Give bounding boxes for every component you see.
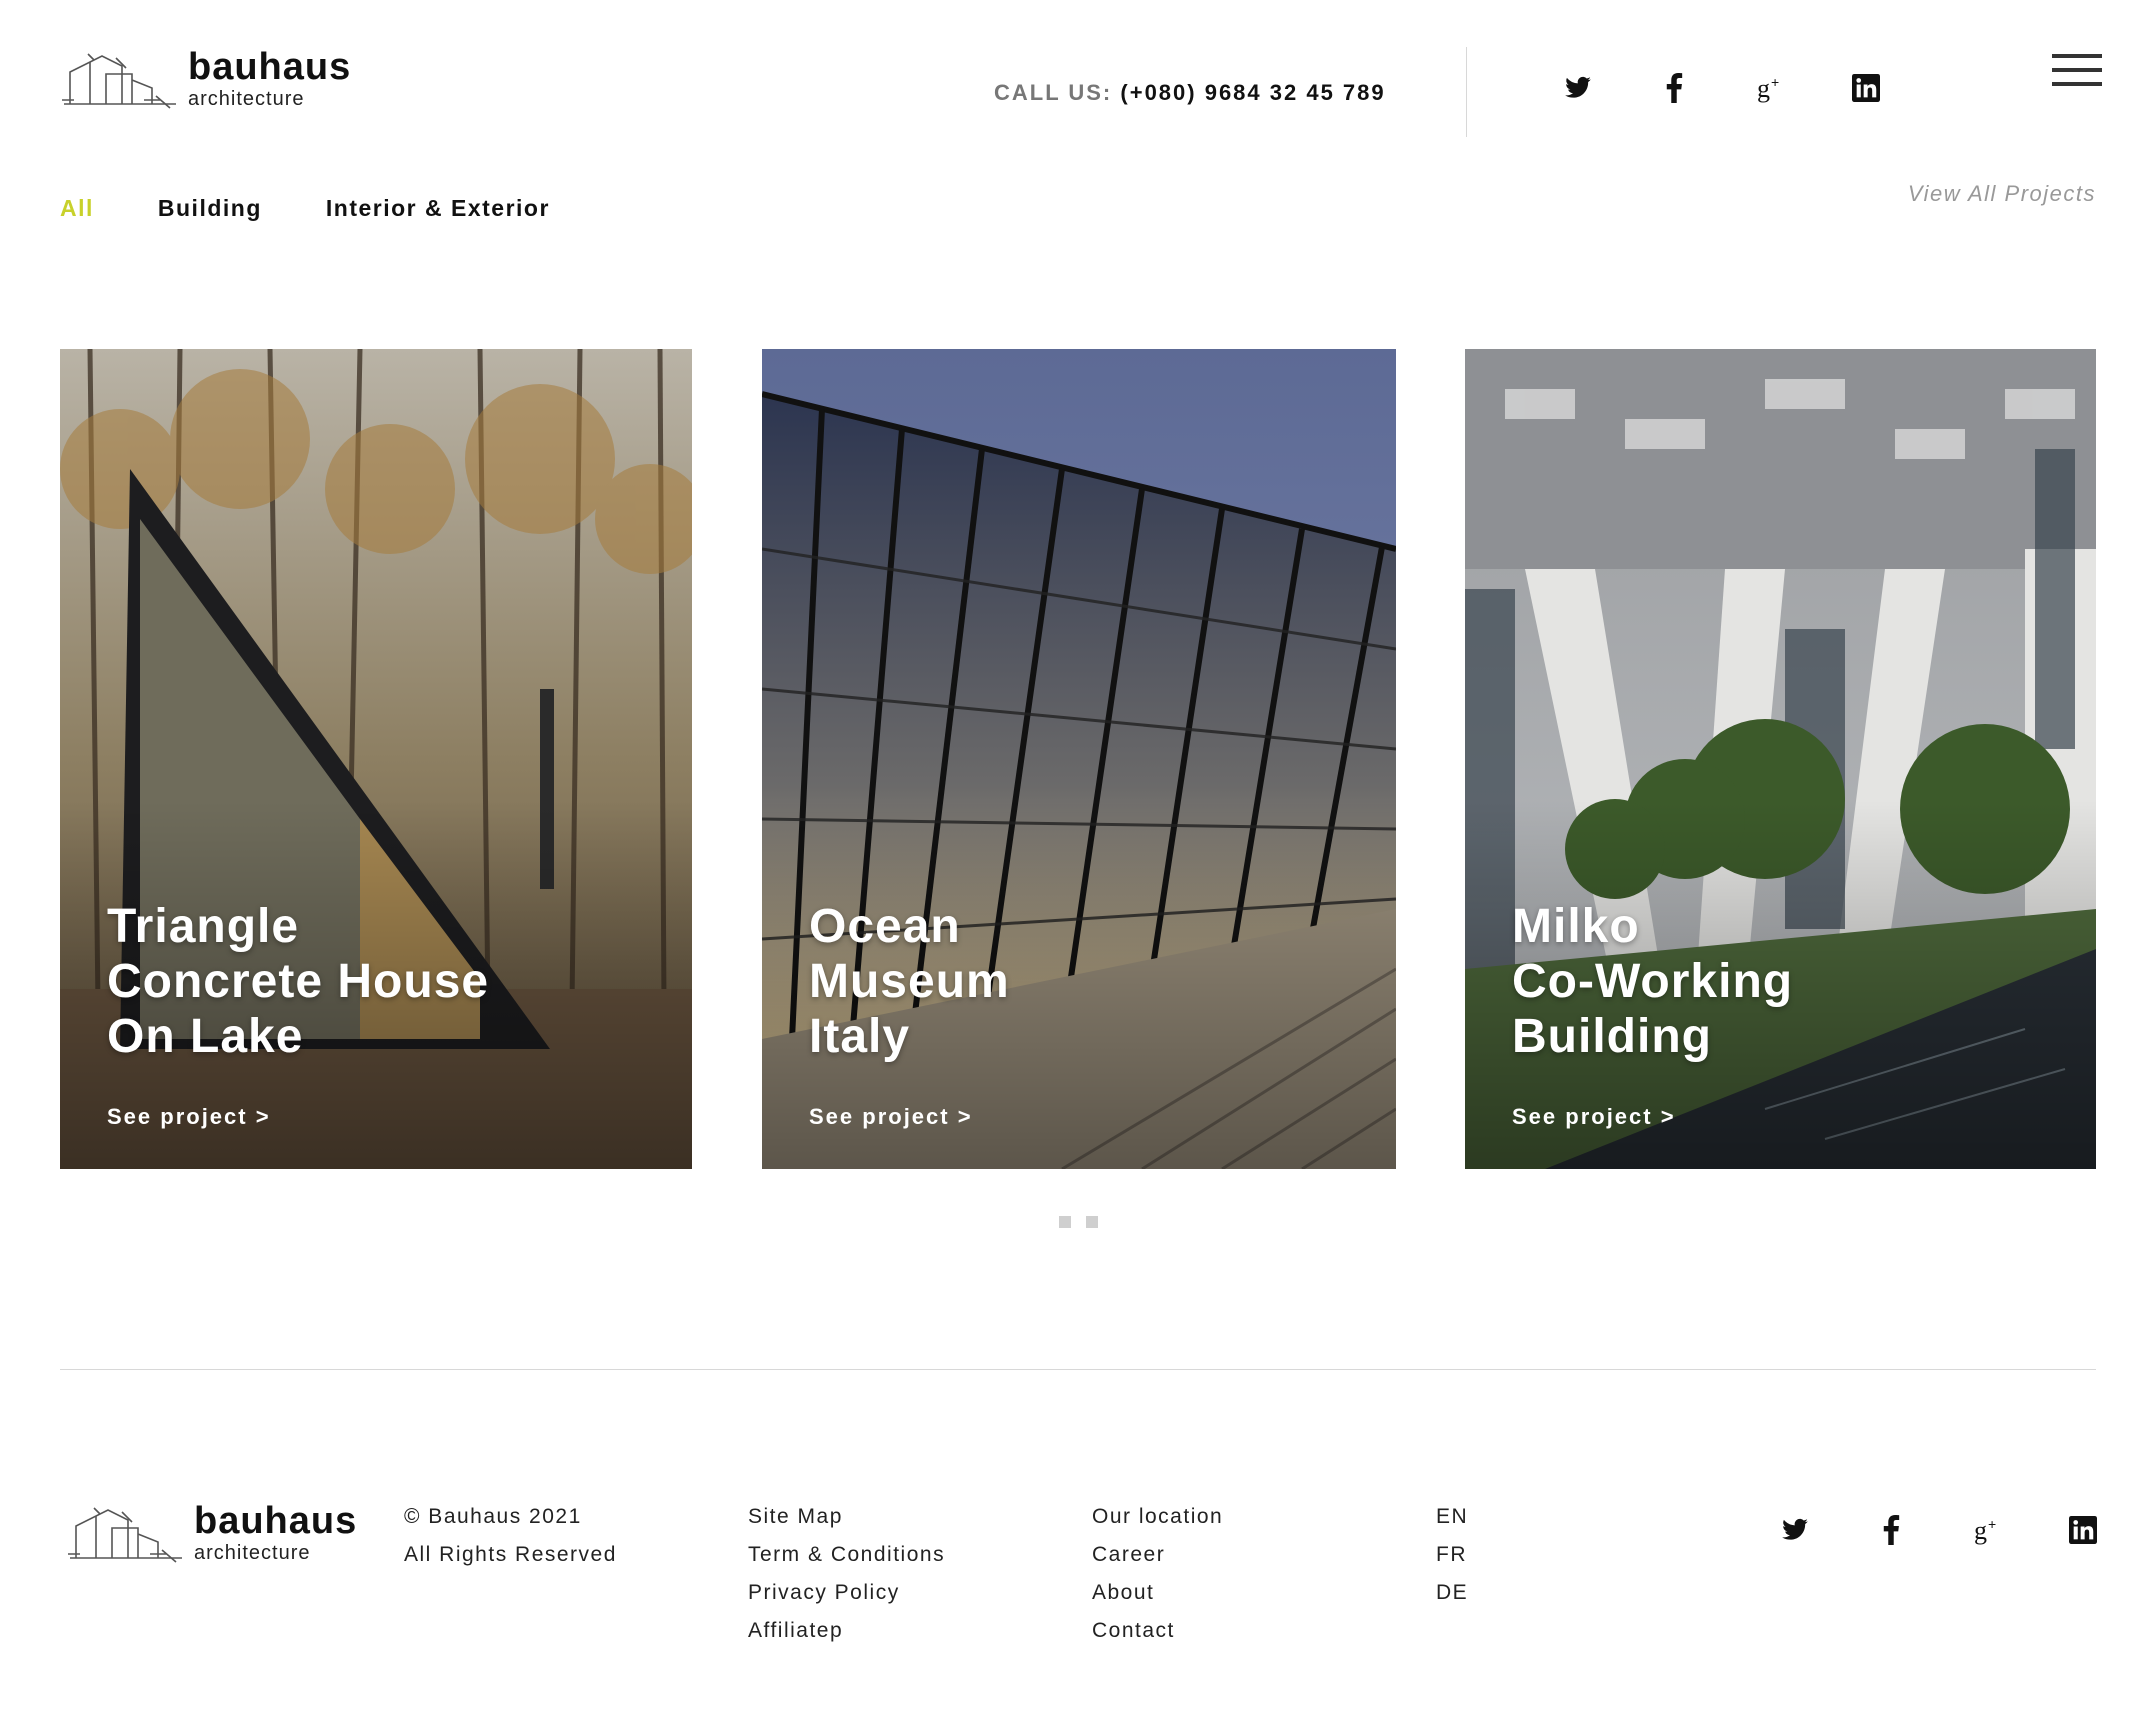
project-filter-tabs: All Building Interior & Exterior <box>60 195 550 222</box>
header-divider <box>1466 47 1467 137</box>
house-sketch-icon <box>62 53 176 109</box>
footer-link-privacy[interactable]: Privacy Policy <box>748 1581 900 1604</box>
project-title-line: Concrete House <box>107 955 490 1008</box>
phone-number-link[interactable]: (+080) 9684 32 45 789 <box>1120 80 1385 105</box>
footer-link-affiliate[interactable]: Affiliatep <box>748 1619 843 1642</box>
brand-name: bauhaus <box>194 1500 358 1542</box>
linkedin-icon[interactable] <box>2063 1510 2103 1550</box>
see-project-link[interactable]: See project > <box>107 1104 271 1130</box>
linkedin-icon[interactable] <box>1846 68 1886 108</box>
project-title-line: Triangle <box>107 900 300 953</box>
project-carousel: Triangle Concrete House On Lake See proj… <box>60 349 2096 1169</box>
project-title-line: Museum <box>809 955 1010 1008</box>
brand-logo[interactable]: bauhaus architecture <box>60 46 360 116</box>
footer-copyright: © Bauhaus 2021 All Rights Reserved <box>404 1504 617 1580</box>
filter-interior-exterior[interactable]: Interior & Exterior <box>326 195 550 222</box>
twitter-icon[interactable] <box>1558 68 1598 108</box>
svg-text:+: + <box>1988 1516 1996 1532</box>
project-title: Ocean Museum Italy <box>809 899 1329 1064</box>
project-title-line: Ocean <box>809 900 961 953</box>
project-title: Triangle Concrete House On Lake <box>107 899 627 1064</box>
footer-link-site-map[interactable]: Site Map <box>748 1505 843 1528</box>
site-header: bauhaus architecture CALL US: (+080) 968… <box>0 0 2156 140</box>
footer-link-contact[interactable]: Contact <box>1092 1619 1175 1642</box>
project-title-line: On Lake <box>107 1010 304 1063</box>
footer-link-career[interactable]: Career <box>1092 1543 1165 1566</box>
project-title-line: Milko <box>1512 900 1640 953</box>
carousel-pagination <box>1059 1216 1098 1228</box>
footer-link-about[interactable]: About <box>1092 1581 1154 1604</box>
footer-links-company: Our location Career About Contact <box>1092 1504 1223 1656</box>
footer-divider <box>60 1369 2096 1370</box>
twitter-icon[interactable] <box>1775 1510 1815 1550</box>
footer-link-location[interactable]: Our location <box>1092 1505 1223 1528</box>
hamburger-icon[interactable] <box>2052 54 2102 88</box>
filter-building[interactable]: Building <box>158 195 262 222</box>
svg-text:g: g <box>1757 74 1770 103</box>
copyright-text: © Bauhaus 2021 <box>404 1505 582 1528</box>
brand-tagline: architecture <box>194 1542 311 1564</box>
facebook-icon[interactable] <box>1871 1510 1911 1550</box>
project-title: Milko Co-Working Building <box>1512 899 2032 1064</box>
project-card[interactable]: Milko Co-Working Building See project > <box>1465 349 2096 1169</box>
svg-text:g: g <box>1974 1516 1987 1545</box>
project-title-line: Building <box>1512 1010 1712 1063</box>
pagination-dot[interactable] <box>1086 1216 1098 1228</box>
see-project-link[interactable]: See project > <box>1512 1104 1676 1130</box>
rights-text: All Rights Reserved <box>404 1543 617 1566</box>
footer-social-links: g + <box>1775 1510 2103 1550</box>
project-title-line: Co-Working <box>1512 955 1794 1008</box>
facebook-icon[interactable] <box>1654 68 1694 108</box>
brand-tagline: architecture <box>188 88 305 110</box>
call-us: CALL US: (+080) 9684 32 45 789 <box>994 80 1386 106</box>
language-fr[interactable]: FR <box>1436 1543 1467 1566</box>
call-label: CALL US: <box>994 80 1113 105</box>
project-card[interactable]: Triangle Concrete House On Lake See proj… <box>60 349 692 1169</box>
pagination-dot[interactable] <box>1059 1216 1071 1228</box>
language-switcher: EN FR DE <box>1436 1504 1468 1618</box>
footer-link-terms[interactable]: Term & Conditions <box>748 1543 945 1566</box>
header-social-links: g + <box>1558 68 1886 108</box>
see-project-link[interactable]: See project > <box>809 1104 973 1130</box>
house-sketch-icon <box>68 1507 182 1563</box>
view-all-projects-link[interactable]: View All Projects <box>1908 181 2096 207</box>
project-card[interactable]: Ocean Museum Italy See project > <box>762 349 1396 1169</box>
footer-brand-logo[interactable]: bauhaus architecture <box>66 1500 366 1570</box>
google-plus-icon[interactable]: g + <box>1750 68 1790 108</box>
language-de[interactable]: DE <box>1436 1581 1468 1604</box>
project-title-line: Italy <box>809 1010 911 1063</box>
google-plus-icon[interactable]: g + <box>1967 1510 2007 1550</box>
language-en[interactable]: EN <box>1436 1505 1468 1528</box>
svg-text:+: + <box>1771 74 1779 90</box>
footer-links-legal: Site Map Term & Conditions Privacy Polic… <box>748 1504 945 1656</box>
filter-all[interactable]: All <box>60 195 94 222</box>
brand-name: bauhaus <box>188 46 352 88</box>
